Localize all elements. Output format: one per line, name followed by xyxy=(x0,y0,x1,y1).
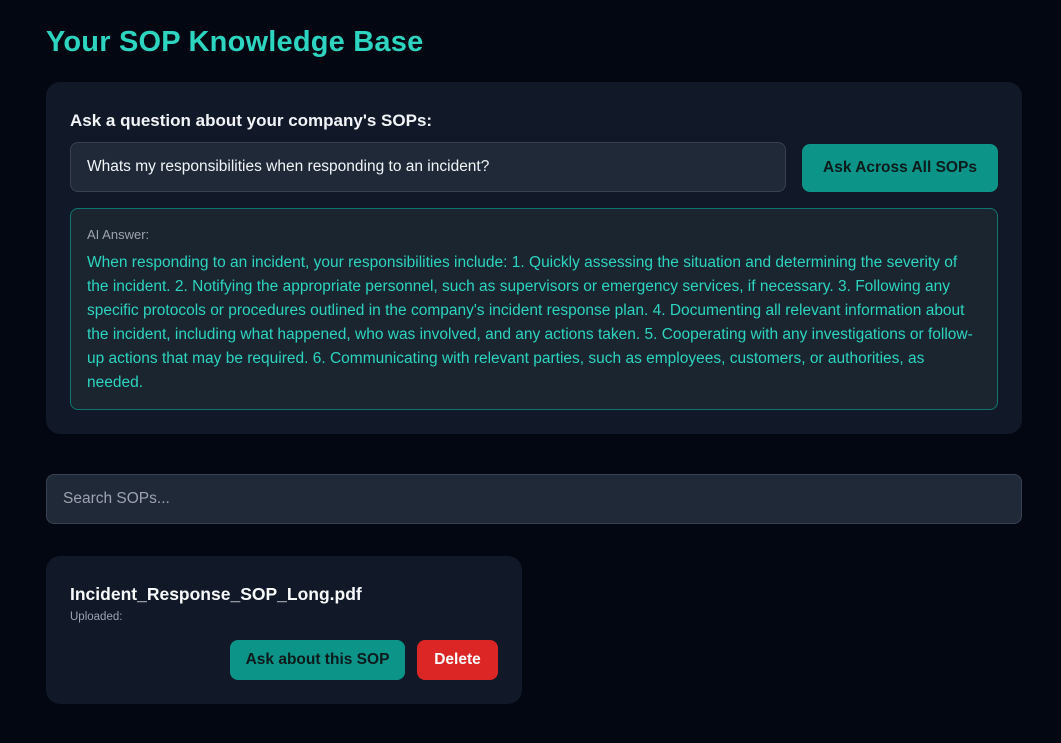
search-sops-input[interactable] xyxy=(46,474,1022,524)
page-title: Your SOP Knowledge Base xyxy=(46,26,424,58)
sop-filename: Incident_Response_SOP_Long.pdf xyxy=(70,584,362,604)
question-input[interactable] xyxy=(70,142,786,192)
ask-across-all-sops-button[interactable]: Ask Across All SOPs xyxy=(802,144,998,192)
delete-sop-button[interactable]: Delete xyxy=(417,640,498,680)
ai-answer-label: AI Answer: xyxy=(87,227,150,242)
ai-answer-box: AI Answer: When responding to an inciden… xyxy=(70,208,998,410)
sop-uploaded-label: Uploaded: xyxy=(70,611,123,623)
question-label: Ask a question about your company's SOPs… xyxy=(70,111,433,130)
ask-question-panel: Ask a question about your company's SOPs… xyxy=(46,82,1022,434)
sop-card: Incident_Response_SOP_Long.pdf Uploaded:… xyxy=(46,556,522,704)
ask-about-this-sop-button[interactable]: Ask about this SOP xyxy=(230,640,405,680)
ai-answer-text: When responding to an incident, your res… xyxy=(87,254,973,391)
